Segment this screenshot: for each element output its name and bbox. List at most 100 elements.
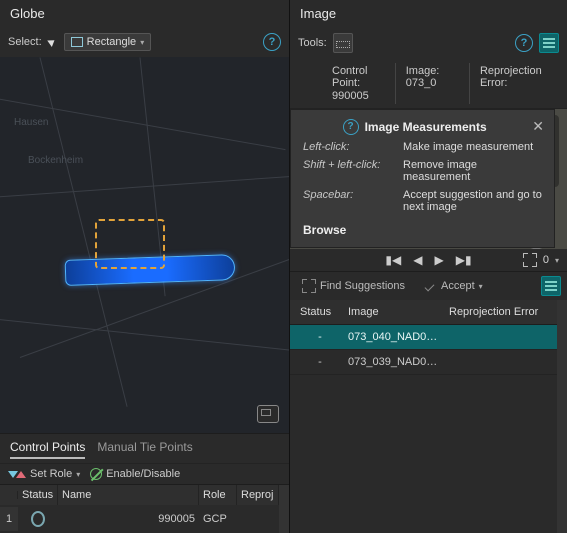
globe-title: Globe: [0, 0, 289, 29]
scrollbar[interactable]: [279, 485, 289, 533]
shortcut-val: Make image measurement: [403, 141, 544, 153]
row-status: [18, 505, 58, 533]
select-shape-label: Rectangle: [87, 36, 137, 48]
info-image: Image: 073_0: [395, 63, 469, 104]
row-role: GCP: [199, 507, 237, 531]
image-toolbar: Tools: ?: [290, 29, 567, 59]
image-info-strip: Control Point: 990005 Image: 073_0 Repro…: [290, 59, 567, 109]
set-role-label: Set Role: [30, 468, 72, 480]
enable-disable-icon: [90, 468, 102, 480]
table-row[interactable]: - 073_039_NAD002111: [290, 350, 557, 375]
enable-disable-button[interactable]: Enable/Disable: [90, 468, 180, 480]
col-status[interactable]: Status: [296, 304, 344, 320]
shortcut-key: Spacebar:: [303, 189, 403, 213]
image-view-container: Measured point Projected point Suggested…: [290, 109, 567, 249]
select-shape-dropdown[interactable]: Rectangle ▾: [64, 33, 152, 51]
row-name: 990005: [58, 507, 199, 531]
col-reproj[interactable]: Reprojection Error: [445, 304, 551, 320]
shortcut-key: Shift + left-click:: [303, 159, 403, 183]
col-role[interactable]: Role: [199, 485, 237, 505]
browse-heading: Browse: [303, 223, 544, 237]
row-status: -: [296, 356, 344, 368]
scrollbar[interactable]: [557, 300, 567, 533]
lower-tabs: Control Points Manual Tie Points: [0, 433, 289, 463]
info-control-point: Control Point: 990005: [322, 63, 395, 104]
role-up-icon: [16, 471, 26, 478]
table-header-row: Status Name Role Reproj: [0, 485, 279, 505]
map-selection-box[interactable]: [95, 219, 165, 269]
list-icon: [543, 38, 555, 48]
info-reproj-label: Reprojection Error:: [480, 65, 553, 89]
prev-button[interactable]: ◀: [413, 253, 422, 267]
globe-toolbar: Select: Rectangle ▾ ?: [0, 29, 289, 57]
info-image-value: 073_0: [406, 77, 437, 89]
last-button[interactable]: ▶▮: [456, 253, 472, 267]
help-icon[interactable]: ?: [263, 33, 281, 51]
cursor-icon: [48, 37, 58, 47]
map-label-bockenheim: Bockenheim: [28, 155, 83, 166]
status-ring-icon: [31, 511, 45, 527]
list-toggle-button[interactable]: [539, 33, 559, 53]
select-label: Select:: [8, 36, 42, 48]
chevron-down-icon: ▾: [479, 282, 483, 291]
next-button[interactable]: ▶: [435, 253, 444, 267]
image-measurements-popover: ? Image Measurements ✕ Left-click: Make …: [290, 109, 555, 248]
row-image: 073_040_NAD002112: [344, 331, 445, 343]
set-role-button[interactable]: Set Role ▾: [8, 468, 80, 480]
map-label-hausen: Hausen: [14, 117, 48, 128]
expand-icon[interactable]: [523, 253, 537, 267]
col-reproj[interactable]: Reproj: [237, 485, 279, 505]
find-icon: [302, 279, 316, 293]
info-cp-label: Control Point:: [332, 65, 385, 89]
accept-label: Accept: [441, 280, 475, 292]
image-list-table: Status Image Reprojection Error - 073_04…: [290, 300, 557, 533]
control-points-table: Status Name Role Reproj 1 990005 GCP: [0, 484, 289, 533]
info-cp-value: 990005: [332, 90, 385, 102]
image-panel: Image Tools: ? Control Point: 990005 Ima…: [290, 0, 567, 533]
draw-icon: [336, 37, 350, 49]
control-points-actions: Set Role ▾ Enable/Disable: [0, 463, 289, 484]
table-header-row: Status Image Reprojection Error: [290, 300, 557, 325]
table-row[interactable]: 1 990005 GCP: [0, 505, 279, 533]
chevron-down-icon: ▾: [76, 470, 80, 479]
globe-map-view[interactable]: Hausen Bockenheim: [0, 57, 289, 433]
row-reproj: [237, 513, 279, 525]
info-reproj: Reprojection Error:: [469, 63, 563, 104]
enable-disable-label: Enable/Disable: [106, 468, 180, 480]
popover-title: Image Measurements: [365, 120, 487, 134]
rectangle-icon: [71, 37, 83, 47]
col-rownum: [0, 491, 18, 499]
shortcut-val: Accept suggestion and go to next image: [403, 189, 544, 213]
row-number: 1: [0, 507, 18, 531]
draw-tool-button[interactable]: [333, 33, 353, 53]
table-row[interactable]: - 073_040_NAD002112: [290, 325, 557, 350]
info-icon: ?: [343, 119, 359, 135]
shortcut-list: Left-click: Make image measurement Shift…: [303, 141, 544, 213]
suggestions-bar: Find Suggestions Accept ▾: [290, 271, 567, 300]
basemap-icon[interactable]: [257, 405, 279, 423]
find-suggestions-button[interactable]: Find Suggestions: [296, 276, 411, 296]
list-icon: [545, 281, 557, 291]
shortcut-val: Remove image measurement: [403, 159, 544, 183]
row-image: 073_039_NAD002111: [344, 356, 445, 368]
accept-icon: [423, 279, 437, 293]
tab-manual-tie-points[interactable]: Manual Tie Points: [97, 440, 192, 459]
info-image-label: Image:: [406, 65, 440, 77]
tools-label: Tools:: [298, 37, 327, 49]
row-status: -: [296, 331, 344, 343]
first-button[interactable]: ▮◀: [385, 253, 401, 267]
globe-panel: Globe Select: Rectangle ▾ ? Hausen Bocke…: [0, 0, 290, 533]
col-image[interactable]: Image: [344, 304, 445, 320]
accept-button[interactable]: Accept ▾: [417, 276, 489, 296]
tab-control-points[interactable]: Control Points: [10, 440, 85, 459]
chevron-down-icon[interactable]: ▾: [555, 256, 559, 265]
chevron-down-icon: ▾: [140, 38, 144, 47]
col-name[interactable]: Name: [58, 485, 199, 505]
table-toggle-button[interactable]: [541, 276, 561, 296]
col-status[interactable]: Status: [18, 485, 58, 505]
image-playbar: ▮◀ ◀ ▶ ▶▮ 0 ▾: [290, 249, 567, 271]
close-icon[interactable]: ✕: [532, 118, 544, 135]
find-suggestions-label: Find Suggestions: [320, 280, 405, 292]
help-icon[interactable]: ?: [515, 34, 533, 52]
playbar-count: 0: [543, 254, 549, 266]
